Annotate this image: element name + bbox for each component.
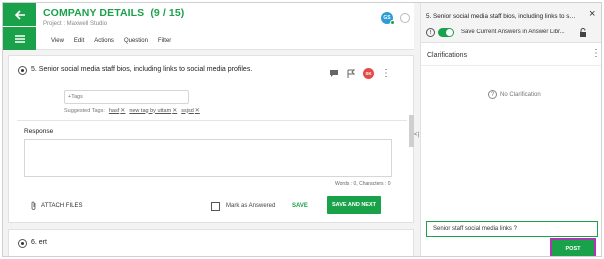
back-arrow-icon xyxy=(14,9,25,20)
tag-label[interactable]: new tag by uttam xyxy=(129,108,171,114)
online-status-dot xyxy=(390,20,395,25)
menu-edit[interactable]: Edit xyxy=(74,38,84,44)
paperclip-icon xyxy=(31,201,36,210)
menu-question[interactable]: Question xyxy=(124,38,148,44)
question-text: 5. Senior social media staff bios, inclu… xyxy=(31,66,253,73)
assignee-badge[interactable]: SK xyxy=(363,68,374,79)
attach-files-button[interactable]: ATTACH FILES xyxy=(31,201,82,210)
close-icon[interactable]: ✕ xyxy=(120,107,125,114)
save-button[interactable]: SAVE xyxy=(292,203,308,209)
clarification-input[interactable]: Senior staff social media links ? xyxy=(426,221,598,237)
mark-answered-label: Mark as Answered xyxy=(226,203,276,209)
title-text: COMPANY DETAILS xyxy=(43,7,145,19)
question-radio[interactable] xyxy=(18,239,27,248)
hamburger-icon xyxy=(14,34,25,43)
suggested-tags: Suggested Tags: hasf ✕ new tag by uttam ✕ … xyxy=(64,107,200,115)
kebab-icon[interactable]: ⋮ xyxy=(381,68,391,78)
panel-header: 5. Senior social media staff bios, inclu… xyxy=(421,3,601,43)
menu-view[interactable]: View xyxy=(51,38,64,44)
resize-handle-icon[interactable]: <| xyxy=(414,132,419,138)
close-icon[interactable]: ✕ xyxy=(195,107,200,114)
tag-label[interactable]: hasf xyxy=(109,108,119,114)
response-label: Response xyxy=(24,128,54,135)
divider xyxy=(421,65,601,66)
kebab-icon[interactable]: ⋮ xyxy=(591,49,601,59)
question-card-5: 5. Senior social media staff bios, inclu… xyxy=(8,55,414,223)
suggested-tag[interactable]: hasf ✕ xyxy=(109,107,125,115)
post-button[interactable]: POST xyxy=(552,240,594,256)
page-header: COMPANY DETAILS (9 / 15) Project : Maxwe… xyxy=(36,3,414,50)
response-textarea[interactable] xyxy=(24,139,392,177)
page-title: COMPANY DETAILS (9 / 15) xyxy=(43,7,184,19)
project-name: Project : Maxwell Studio xyxy=(43,21,108,27)
question-tools: SK ⋮ xyxy=(329,68,391,79)
main-content: 5. Senior social media staff bios, inclu… xyxy=(8,51,414,256)
history-icon[interactable] xyxy=(400,13,410,23)
suggested-label: Suggested Tags: xyxy=(64,107,105,114)
suggested-tag[interactable]: ssjsd ✕ xyxy=(181,107,200,115)
question-radio[interactable] xyxy=(18,66,27,75)
back-button[interactable] xyxy=(3,3,36,26)
save-answers-toggle[interactable] xyxy=(438,28,454,37)
panel-splitter[interactable] xyxy=(409,115,414,147)
clarifications-label: Clarifications xyxy=(427,52,468,59)
mark-answered-checkbox[interactable] xyxy=(211,202,220,211)
info-icon[interactable]: ! xyxy=(426,28,435,37)
menu-bar: View Edit Actions Question Filter xyxy=(51,38,171,44)
menu-button[interactable] xyxy=(3,27,36,50)
title-progress: (9 / 15) xyxy=(150,7,185,19)
question-text: 6. ert xyxy=(31,239,47,246)
save-and-next-button[interactable]: SAVE AND NEXT xyxy=(327,196,381,214)
app-window: COMPANY DETAILS (9 / 15) Project : Maxwe… xyxy=(2,2,602,257)
flag-icon[interactable] xyxy=(346,69,356,78)
question-circle-icon: ? xyxy=(488,90,497,99)
tag-label[interactable]: ssjsd xyxy=(181,108,194,114)
question-card-6[interactable]: 6. ert xyxy=(8,229,414,256)
close-icon[interactable]: × xyxy=(589,9,595,20)
clarifications-panel: 5. Senior social media staff bios, inclu… xyxy=(420,3,601,256)
empty-state: ? No Clarification xyxy=(488,90,541,99)
lock-icon[interactable] xyxy=(579,28,587,37)
panel-title: 5. Senior social media staff bios, inclu… xyxy=(426,13,576,20)
suggested-tag[interactable]: new tag by uttam ✕ xyxy=(129,107,177,115)
close-icon[interactable]: ✕ xyxy=(172,107,177,114)
divider xyxy=(17,120,407,121)
attach-files-label: ATTACH FILES xyxy=(41,202,83,209)
word-counter: Words : 0, Characters : 0 xyxy=(335,181,391,187)
tags-input[interactable] xyxy=(64,90,189,104)
comment-icon[interactable] xyxy=(329,70,339,78)
left-rail xyxy=(3,3,36,50)
menu-actions[interactable]: Actions xyxy=(94,38,114,44)
menu-filter[interactable]: Filter xyxy=(158,38,171,44)
empty-state-text: No Clarification xyxy=(500,91,541,98)
toggle-label: Save Current Answers in Answer Libr... xyxy=(461,29,565,35)
